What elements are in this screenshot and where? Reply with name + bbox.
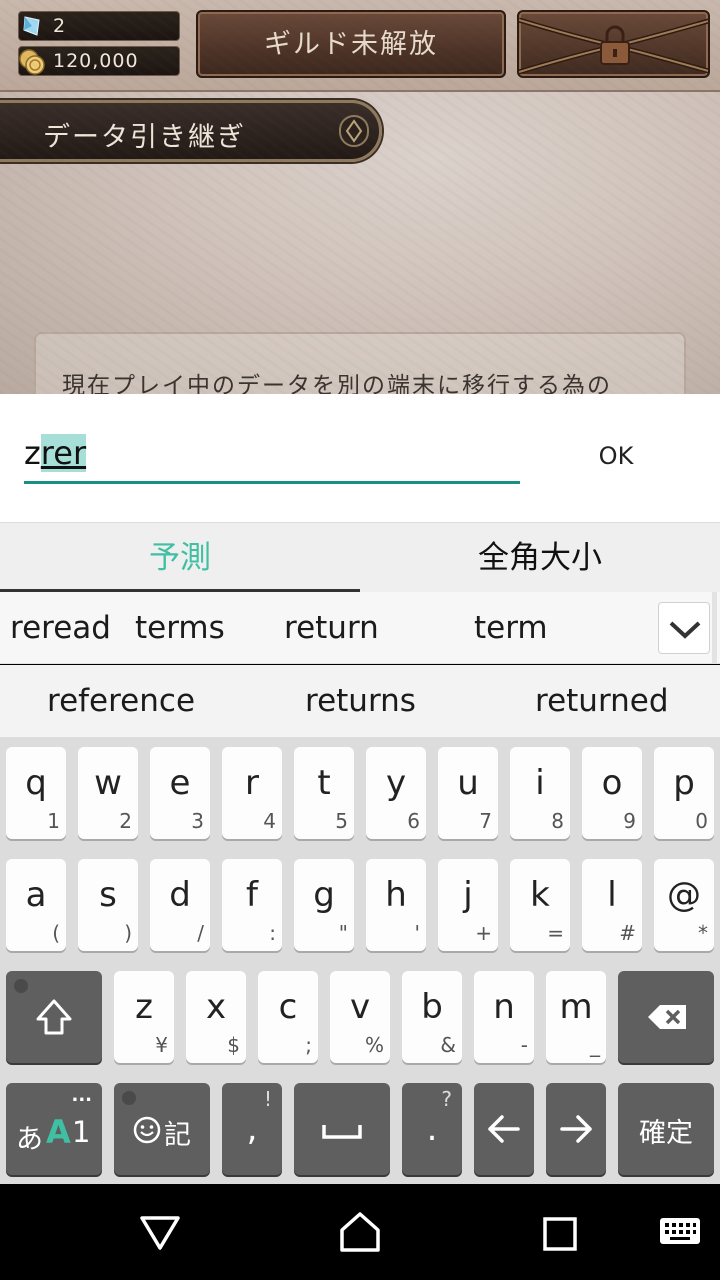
key-n[interactable]: n- [474,971,534,1063]
navigation-bar [0,1184,720,1280]
suggestion-item[interactable]: reference [47,683,195,719]
key-r[interactable]: r4 [222,747,282,839]
key-at[interactable]: @ * [654,859,714,951]
chevron-down-icon [669,621,701,639]
key-a[interactable]: a( [6,859,66,951]
key-u[interactable]: u7 [438,747,498,839]
confirm-key[interactable]: 確定 [618,1083,714,1175]
shift-key[interactable] [6,971,102,1063]
coin-counter: 120,000 [18,46,180,76]
page-title: データ引き継ぎ [43,122,246,153]
key-v[interactable]: v% [330,971,390,1063]
mode-more-indicator: ... [71,1085,92,1106]
key-d[interactable]: d / [150,859,210,951]
space-key[interactable] [294,1083,390,1175]
coin-icon [19,49,45,75]
expand-suggestions-button[interactable] [658,602,710,654]
backspace-icon [648,1005,686,1029]
diamond-ornament-icon [339,115,369,147]
text-input-dialog: zrer OK [0,394,720,522]
indicator-dot [122,1091,136,1105]
indicator-dot [14,979,28,993]
cursor-left-key[interactable] [474,1083,534,1175]
cursor-right-key[interactable] [546,1083,606,1175]
symbol-label: 記 [164,1120,191,1151]
input-committed-text: z [24,434,41,472]
suggestion-item[interactable]: returned [535,683,669,719]
guild-button[interactable]: ギルド未解放 [196,10,506,78]
key-b[interactable]: b & [402,971,462,1063]
locked-menu-button[interactable] [517,10,710,78]
arrow-left-icon [488,1115,520,1143]
suggestion-row-1: reread terms return term [0,592,720,664]
gem-count: 2 [53,15,67,37]
tab-predict[interactable]: 予測 [0,523,360,593]
gem-counter: 2 [18,11,180,41]
info-text: 現在プレイ中のデータを別の端末に移行する為の [62,373,612,394]
key-j[interactable]: j + [438,859,498,951]
key-w[interactable]: w2 [78,747,138,839]
ime-tab-bar: 予測 全角大小 [0,522,720,593]
key-q[interactable]: q1 [6,747,66,839]
ok-button[interactable]: OK [574,442,658,476]
emoji-symbol-key[interactable]: 記 [114,1083,210,1175]
key-t[interactable]: t5 [294,747,354,839]
gem-icon [23,16,40,36]
key-c[interactable]: c; [258,971,318,1063]
key-l[interactable]: l # [582,859,642,951]
suggestion-item[interactable]: terms [135,610,225,646]
key-k[interactable]: k = [510,859,570,951]
coin-count: 120,000 [53,50,139,72]
smiley-icon [133,1116,161,1144]
suggestion-row-2: reference returns returned [0,665,720,737]
comma-key[interactable]: ,! [222,1083,282,1175]
key-z[interactable]: z ¥ [114,971,174,1063]
suggestion-scrollbar[interactable] [712,592,717,664]
mode-hiragana: あ [16,1124,43,1155]
back-icon[interactable] [138,1212,182,1252]
key-p[interactable]: p0 [654,747,714,839]
tab-fullwidth-case[interactable]: 全角大小 [360,523,720,593]
chain-lock-icon [519,17,708,75]
info-panel: 現在プレイ中のデータを別の端末に移行する為の [34,332,686,394]
key-o[interactable]: o9 [582,747,642,839]
home-icon[interactable] [338,1210,382,1254]
key-e[interactable]: e3 [150,747,210,839]
suggestion-item[interactable]: term [474,610,548,646]
resource-bar: 2 120,000 ギルド未解放 [0,0,720,92]
space-icon [322,1125,362,1139]
backspace-key[interactable] [618,971,714,1063]
game-background: 2 120,000 ギルド未解放 データ引き継ぎ 現在プレイ中のデータを別の端末… [0,0,720,394]
suggestion-item[interactable]: returns [305,683,416,719]
suggestion-item[interactable]: return [284,610,379,646]
key-f[interactable]: f: [222,859,282,951]
mode-alpha: A [46,1113,71,1151]
page-title-banner: データ引き継ぎ [0,100,382,162]
period-key[interactable]: .? [402,1083,462,1175]
key-x[interactable]: x $ [186,971,246,1063]
text-input-field[interactable]: zrer [24,428,520,484]
key-i[interactable]: i8 [510,747,570,839]
input-composing-text: rer [40,434,87,472]
key-m[interactable]: m _ [546,971,606,1063]
key-g[interactable]: g " [294,859,354,951]
key-y[interactable]: y6 [366,747,426,839]
recents-icon[interactable] [542,1216,578,1252]
keyboard-switch-icon[interactable] [658,1216,702,1248]
input-mode-key[interactable]: あ A 1 ... [6,1083,102,1175]
suggestion-item[interactable]: reread [10,610,111,646]
key-s[interactable]: s) [78,859,138,951]
key-h[interactable]: h ' [366,859,426,951]
arrow-right-icon [560,1115,592,1143]
mode-number: 1 [72,1115,91,1149]
input-value: zrer [24,434,87,472]
software-keyboard: q1 w2 e3 r4 t5 y6 u7 i8 o9 p0 a( s) d / f… [0,737,720,1184]
